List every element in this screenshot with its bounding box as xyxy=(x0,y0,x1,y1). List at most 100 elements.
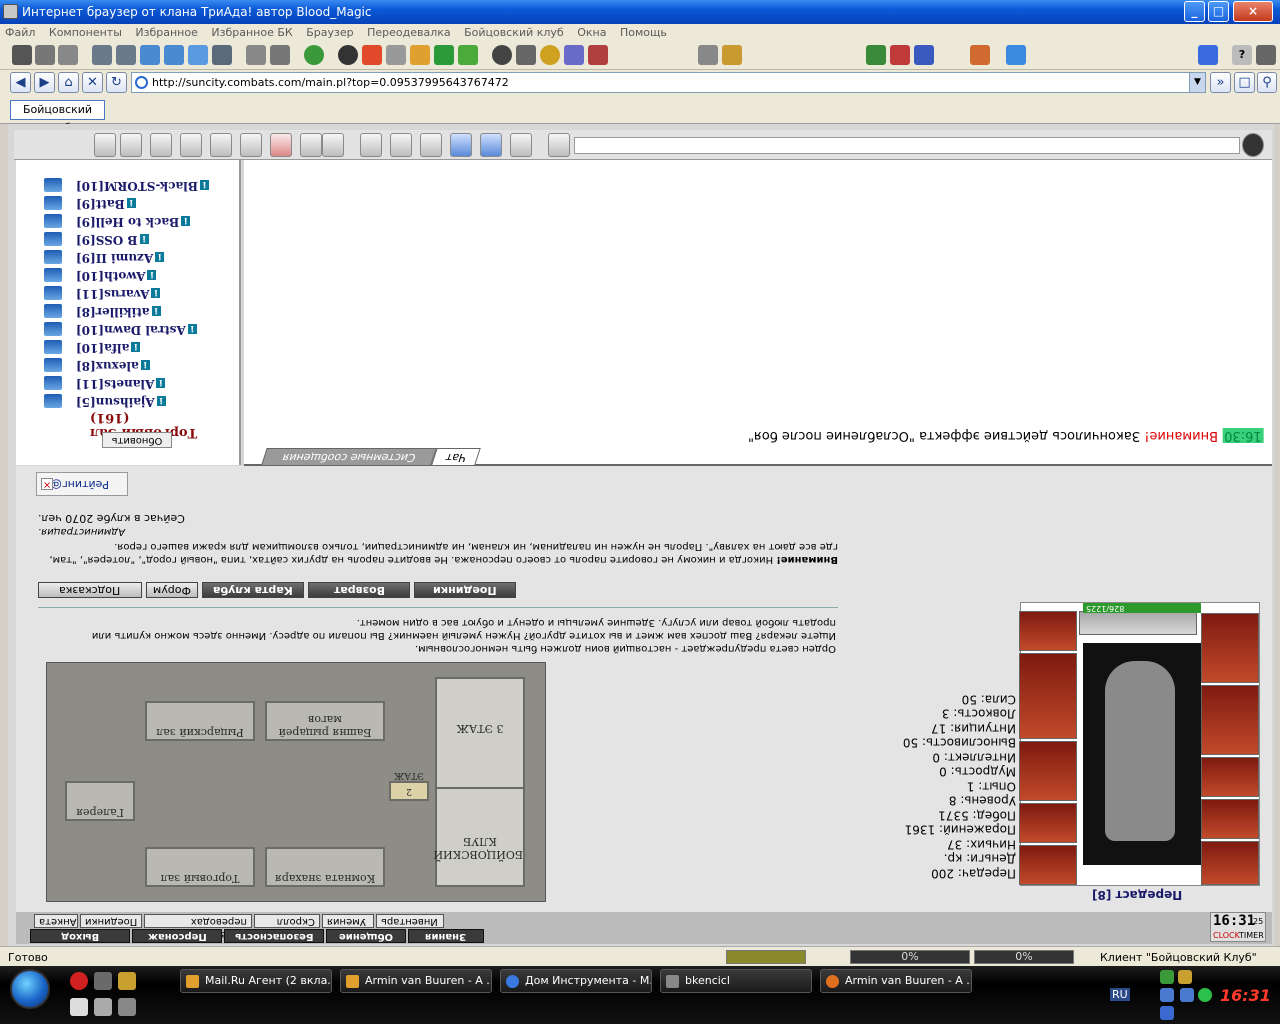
start-button[interactable] xyxy=(10,969,50,1009)
weapon-slot[interactable] xyxy=(1201,757,1259,797)
belt-slot[interactable] xyxy=(1201,613,1259,683)
user-icon[interactable] xyxy=(1256,45,1276,65)
shield-icon[interactable] xyxy=(140,45,160,65)
list-item[interactable]: iAstral Dawn[10] xyxy=(40,320,239,338)
list-item[interactable]: iatikiller[8] xyxy=(40,302,239,320)
opera-icon[interactable] xyxy=(70,972,88,990)
back-icon[interactable]: ◀ xyxy=(10,72,31,93)
network2-icon[interactable] xyxy=(1180,988,1194,1002)
bomb-icon[interactable] xyxy=(338,45,358,65)
gear-icon[interactable] xyxy=(35,45,55,65)
list-item[interactable]: iBatt[9] xyxy=(40,194,239,212)
list-item[interactable]: iAlanets[11] xyxy=(40,374,239,392)
bluetooth-icon[interactable] xyxy=(1160,1006,1174,1020)
network-icon[interactable] xyxy=(1160,988,1174,1002)
list-item[interactable]: iAjaihsun[5] xyxy=(40,392,239,410)
timer-label[interactable]: TIMER xyxy=(1239,931,1264,940)
hint-button[interactable]: Подсказка xyxy=(38,582,142,598)
spell-slots[interactable] xyxy=(1079,611,1197,635)
nav-transfers[interactable]: Отчет о переводах xyxy=(144,914,252,940)
task-bkencicl[interactable]: bkencicl xyxy=(660,969,812,993)
pants-slot[interactable] xyxy=(1019,653,1077,739)
yin-yang-icon[interactable] xyxy=(492,45,512,65)
stop-icon[interactable]: ✕ xyxy=(82,72,103,93)
rings-slot[interactable] xyxy=(1019,803,1077,843)
ring-icon[interactable] xyxy=(212,45,232,65)
smile-icon[interactable] xyxy=(322,133,344,157)
tray-pencil-icon[interactable] xyxy=(1178,970,1192,984)
map-room-floor2[interactable]: 2 ЭТАЖ xyxy=(389,770,429,801)
nav-exit[interactable]: Выход xyxy=(30,929,130,943)
menu-browser[interactable]: Браузер xyxy=(301,24,358,39)
copy-icon[interactable] xyxy=(246,45,266,65)
refresh-button[interactable]: Обновить xyxy=(102,432,172,448)
help-icon[interactable]: ? xyxy=(1232,45,1252,65)
dice-icon[interactable] xyxy=(120,133,142,157)
save-icon[interactable] xyxy=(58,45,78,65)
bug-icon[interactable] xyxy=(722,45,742,65)
list-item[interactable]: iAzumi II[9] xyxy=(40,248,239,266)
nav-character[interactable]: Персонаж xyxy=(132,929,222,943)
euro-icon[interactable] xyxy=(434,45,454,65)
helmet-slot[interactable] xyxy=(1201,841,1259,885)
pencil-icon[interactable] xyxy=(118,972,136,990)
armor-slot[interactable] xyxy=(1201,685,1259,755)
nav-communication[interactable]: Общение xyxy=(326,929,406,943)
map-room-healers[interactable]: Комната знахаря xyxy=(265,847,385,887)
mask-icon[interactable] xyxy=(970,45,990,65)
close-button[interactable]: × xyxy=(1233,1,1273,22)
fraction-icon[interactable] xyxy=(390,133,412,157)
list-item[interactable]: iBlack-STORM[10] xyxy=(40,176,239,194)
club-map-button[interactable]: Карта клуба xyxy=(202,582,304,598)
close-icon[interactable]: × xyxy=(41,478,53,490)
chevron-down-icon[interactable]: ▼ xyxy=(1189,73,1205,92)
menu-windows[interactable]: Окна xyxy=(572,24,611,39)
map-room-knights[interactable]: Рыцарский зал xyxy=(145,701,255,741)
map-room-tower[interactable]: Башня рыцарей магов xyxy=(265,701,385,741)
nav-scroll[interactable]: Мой Скролл xyxy=(254,914,320,940)
scissors-icon[interactable] xyxy=(914,45,934,65)
share-icon[interactable] xyxy=(548,133,570,157)
armor-icon[interactable] xyxy=(92,45,112,65)
rating-tab[interactable]: Рейтинг@ × xyxy=(36,472,128,496)
url-input[interactable]: http://suncity.combats.com/main.pl?top=0… xyxy=(131,72,1206,93)
mail-icon[interactable] xyxy=(94,998,112,1016)
figure-icon[interactable] xyxy=(150,133,172,157)
gear-icon[interactable] xyxy=(210,133,232,157)
globe-icon[interactable] xyxy=(304,45,324,65)
frame-icon[interactable] xyxy=(450,133,472,157)
eraser-icon[interactable] xyxy=(510,133,532,157)
task-armin-1[interactable]: Armin van Buuren - A ... xyxy=(340,969,492,993)
hearts-icon[interactable] xyxy=(890,45,910,65)
menu-favorites[interactable]: Избранное xyxy=(130,24,202,39)
tab-system[interactable]: Системные сообщения xyxy=(261,448,437,465)
list-item[interactable]: iAwoth[10] xyxy=(40,266,239,284)
list-item[interactable]: iAvarus[11] xyxy=(40,284,239,302)
nav-fights[interactable]: Поединки xyxy=(80,914,142,928)
filter-icon[interactable] xyxy=(480,133,502,157)
arrow-down-icon[interactable] xyxy=(458,45,478,65)
icq-icon[interactable] xyxy=(1198,988,1212,1002)
minimize-button[interactable]: _ xyxy=(1184,1,1205,22)
nav-knowledge[interactable]: Знания xyxy=(408,929,484,943)
menu-help[interactable]: Помощь xyxy=(615,24,672,39)
list-item[interactable]: ialfa[10] xyxy=(40,338,239,356)
list-item[interactable]: ialexux[8] xyxy=(40,356,239,374)
gloves-slot[interactable] xyxy=(1019,845,1077,885)
task-mailru[interactable]: Mail.Ru Агент (2 вкла... xyxy=(180,969,332,993)
chat-input[interactable] xyxy=(574,137,1240,154)
menu-fight-club[interactable]: Бойцовский клуб xyxy=(459,24,569,39)
map-room-trade[interactable]: Торговый зал xyxy=(145,847,255,887)
earrings-slot[interactable] xyxy=(1201,799,1259,839)
tray-h-icon[interactable] xyxy=(1160,970,1174,984)
nav-profile[interactable]: Анкета xyxy=(34,914,78,928)
desktop-icon[interactable] xyxy=(94,972,112,990)
forum-button[interactable]: Форум xyxy=(146,582,198,598)
badge-icon[interactable] xyxy=(564,45,584,65)
gift-icon[interactable] xyxy=(588,45,608,65)
refresh-icon[interactable]: ↻ xyxy=(106,72,127,93)
language-indicator[interactable]: RU xyxy=(1110,988,1130,1001)
boots-slot[interactable] xyxy=(1019,611,1077,651)
medal-icon[interactable] xyxy=(540,45,560,65)
back-button[interactable]: Возврат xyxy=(308,582,410,598)
